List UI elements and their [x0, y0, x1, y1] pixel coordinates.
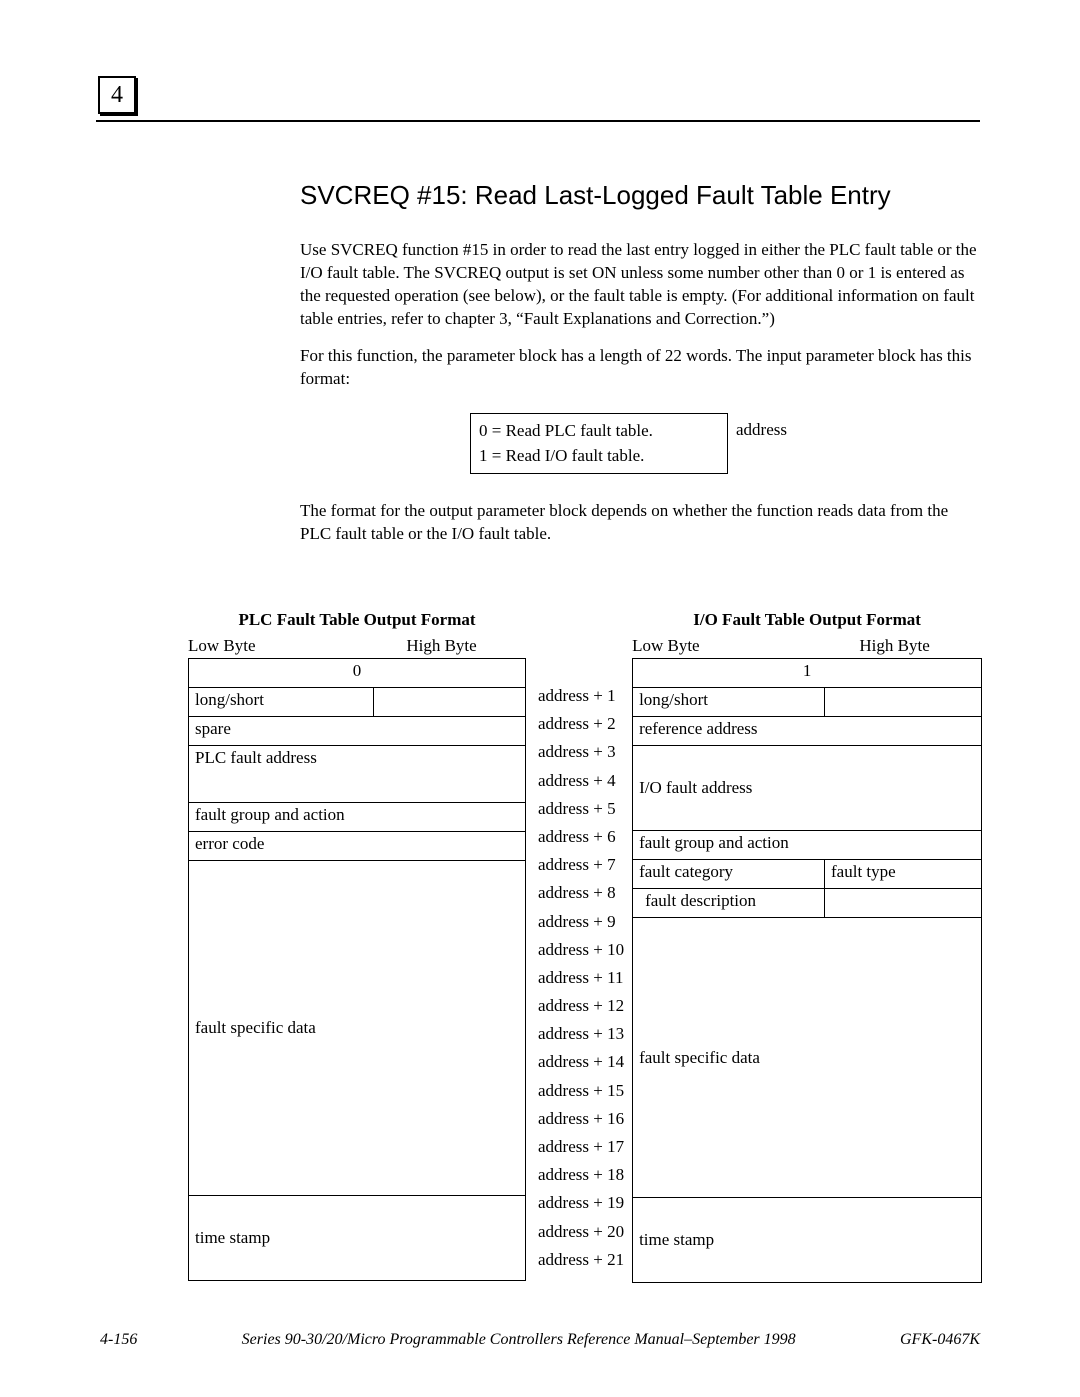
io-fault-description: fault description	[633, 889, 825, 918]
addr-20: address + 20	[534, 1222, 624, 1250]
addr-13: address + 13	[534, 1024, 624, 1052]
io-long-short-high	[825, 688, 982, 717]
paragraph-3: The format for the output parameter bloc…	[300, 500, 980, 546]
addr-spacer-row0	[534, 658, 624, 686]
addr-12: address + 12	[534, 996, 624, 1024]
plc-fault-specific-data: fault specific data	[189, 861, 526, 1196]
addr-17: address + 17	[534, 1137, 624, 1165]
footer-page-number: 4-156	[100, 1331, 137, 1349]
io-long-short: long/short	[633, 688, 825, 717]
chapter-number: 4	[111, 82, 123, 108]
addr-1: address + 1	[534, 686, 624, 714]
input-parameter-block: 0 = Read PLC fault table. 1 = Read I/O f…	[470, 413, 810, 474]
io-output-table: 1 long/short reference address I/O fault…	[632, 658, 982, 1283]
addr-3: address + 3	[534, 742, 624, 770]
addr-11: address + 11	[534, 968, 624, 996]
io-fault-type: fault type	[825, 860, 982, 889]
addr-19: address + 19	[534, 1193, 624, 1221]
io-row0: 1	[633, 659, 982, 688]
paragraph-1: Use SVCREQ function #15 in order to read…	[300, 239, 980, 331]
addr-spacer-header	[534, 634, 624, 658]
plc-table-column: PLC Fault Table Output Format Low Byte H…	[188, 610, 526, 1283]
addr-18: address + 18	[534, 1165, 624, 1193]
addr-8: address + 8	[534, 883, 624, 911]
io-table-title: I/O Fault Table Output Format	[632, 610, 982, 630]
io-reference-address: reference address	[633, 717, 982, 746]
io-fault-specific-data: fault specific data	[633, 918, 982, 1198]
plc-row0: 0	[189, 659, 526, 688]
plc-spare: spare	[189, 717, 526, 746]
plc-fault-address: PLC fault address	[189, 746, 526, 803]
addr-4: address + 4	[534, 771, 624, 799]
addr-15: address + 15	[534, 1081, 624, 1109]
addr-2: address + 2	[534, 714, 624, 742]
footer-doc-id: GFK-0467K	[900, 1331, 980, 1349]
io-fault-address: I/O fault address	[633, 746, 982, 831]
io-fault-group-action: fault group and action	[633, 831, 982, 860]
plc-fault-group-action: fault group and action	[189, 803, 526, 832]
param-address-label: address	[728, 413, 787, 474]
chapter-number-box: 4	[98, 76, 136, 114]
io-high-byte-label: High Byte	[807, 636, 982, 656]
addr-9: address + 9	[534, 912, 624, 940]
plc-long-short-high	[374, 688, 526, 717]
param-line-0: 0 = Read PLC fault table.	[479, 418, 719, 444]
io-byte-headers: Low Byte High Byte	[632, 636, 982, 656]
param-cell: 0 = Read PLC fault table. 1 = Read I/O f…	[470, 413, 728, 474]
plc-low-byte-label: Low Byte	[188, 636, 357, 656]
tables-row: PLC Fault Table Output Format Low Byte H…	[188, 610, 980, 1283]
addr-14: address + 14	[534, 1052, 624, 1080]
param-line-1: 1 = Read I/O fault table.	[479, 443, 719, 469]
addr-21: address + 21	[534, 1250, 624, 1278]
horizontal-rule	[96, 120, 980, 122]
paragraph-2: For this function, the parameter block h…	[300, 345, 980, 391]
io-time-stamp: time stamp	[633, 1198, 982, 1283]
plc-output-table: 0 long/short spare PLC fault address fau…	[188, 658, 526, 1281]
page: 4 SVCREQ #15: Read Last-Logged Fault Tab…	[0, 0, 1080, 1397]
plc-high-byte-label: High Byte	[357, 636, 526, 656]
addr-6: address + 6	[534, 827, 624, 855]
content-area: SVCREQ #15: Read Last-Logged Fault Table…	[300, 180, 980, 560]
addr-5: address + 5	[534, 799, 624, 827]
address-column: address + 1 address + 2 address + 3 addr…	[534, 610, 624, 1283]
plc-table-title: PLC Fault Table Output Format	[188, 610, 526, 630]
section-heading: SVCREQ #15: Read Last-Logged Fault Table…	[300, 180, 980, 211]
footer-manual-title: Series 90-30/20/Micro Programmable Contr…	[137, 1331, 900, 1349]
io-low-byte-label: Low Byte	[632, 636, 807, 656]
io-table-column: I/O Fault Table Output Format Low Byte H…	[632, 610, 982, 1283]
addr-spacer-title	[534, 610, 624, 634]
addr-10: address + 10	[534, 940, 624, 968]
io-fault-description-high	[825, 889, 982, 918]
addr-7: address + 7	[534, 855, 624, 883]
page-footer: 4-156 Series 90-30/20/Micro Programmable…	[100, 1331, 980, 1349]
plc-time-stamp: time stamp	[189, 1196, 526, 1281]
plc-byte-headers: Low Byte High Byte	[188, 636, 526, 656]
plc-error-code: error code	[189, 832, 526, 861]
io-fault-category: fault category	[633, 860, 825, 889]
plc-long-short: long/short	[189, 688, 374, 717]
addr-16: address + 16	[534, 1109, 624, 1137]
